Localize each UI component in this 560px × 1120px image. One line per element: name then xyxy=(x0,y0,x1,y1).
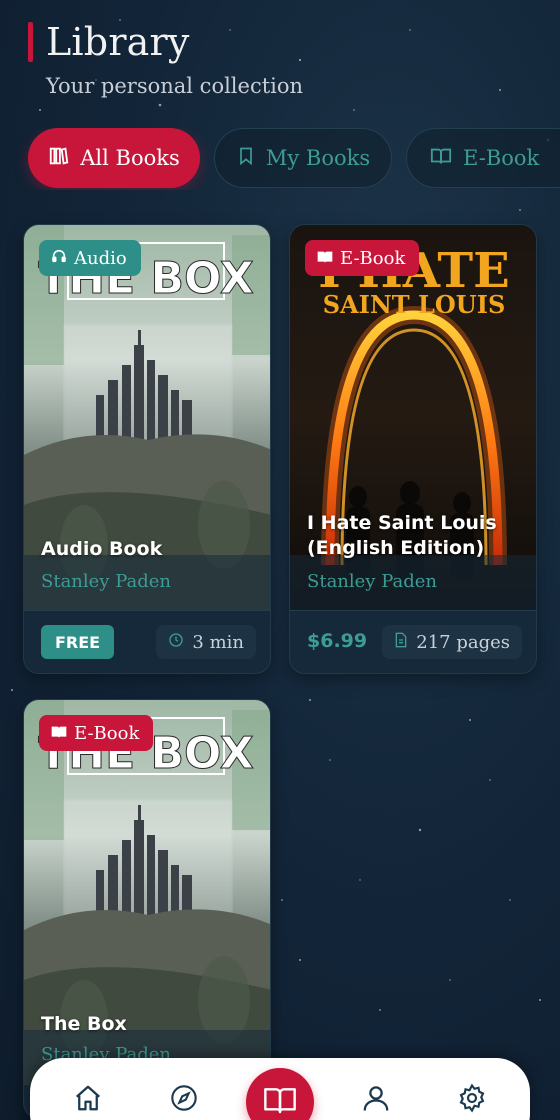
nav-explore[interactable] xyxy=(164,1080,204,1120)
tab-label: E-Book xyxy=(463,146,540,170)
clock-icon xyxy=(168,632,184,653)
compass-icon xyxy=(170,1084,198,1116)
filter-tabs: All Books My Books E-Book xyxy=(0,128,560,190)
bottom-navigation-bar xyxy=(30,1058,530,1120)
book-icon xyxy=(317,248,333,269)
nav-library[interactable] xyxy=(246,1068,314,1120)
duration-value: 3 min xyxy=(192,631,244,653)
cover-subtitle-text: SAINT LOUIS xyxy=(323,290,506,319)
profile-icon xyxy=(361,1083,391,1117)
book-card-audio-book[interactable]: THE BOX Audio Audio Book Stanley Paden F… xyxy=(23,224,271,674)
books-icon xyxy=(48,145,70,172)
book-title: I Hate Saint Louis (English Edition) xyxy=(307,512,497,559)
format-badge-audio: Audio xyxy=(39,240,141,276)
book-author: Stanley Paden xyxy=(307,571,437,592)
format-badge-ebook: E-Book xyxy=(39,715,154,751)
nav-home[interactable] xyxy=(68,1080,108,1120)
page-count-chip: 217 pages xyxy=(382,625,522,659)
book-card-i-hate-saint-louis[interactable]: I HATE SAINT LOUIS E-Book I Hate Saint L… xyxy=(289,224,537,674)
card-footer: FREE 3 min xyxy=(24,610,270,673)
nav-settings[interactable] xyxy=(452,1080,492,1120)
title-accent-bar xyxy=(28,22,33,62)
book-author: Stanley Paden xyxy=(41,571,171,592)
home-icon xyxy=(73,1083,103,1117)
tab-all-books[interactable]: All Books xyxy=(28,128,200,188)
settings-icon xyxy=(457,1083,487,1117)
page-subtitle: Your personal collection xyxy=(46,74,304,98)
format-badge-ebook: E-Book xyxy=(305,240,420,276)
page-icon xyxy=(394,632,408,653)
tab-e-book[interactable]: E-Book xyxy=(406,128,560,188)
open-book-icon xyxy=(429,145,453,172)
badge-label: E-Book xyxy=(74,722,140,744)
tab-label: My Books xyxy=(265,146,371,170)
badge-label: Audio xyxy=(74,247,127,269)
book-title: The Box xyxy=(41,1013,127,1035)
library-book-icon xyxy=(264,1086,296,1118)
headphones-icon xyxy=(51,248,67,269)
book-title: Audio Book xyxy=(41,538,163,560)
book-icon xyxy=(51,723,67,744)
page-title: Library xyxy=(46,20,190,64)
nav-profile[interactable] xyxy=(356,1080,396,1120)
bookmark-icon xyxy=(236,145,256,172)
tab-my-books[interactable]: My Books xyxy=(214,128,392,188)
badge-label: E-Book xyxy=(340,247,406,269)
duration-chip: 3 min xyxy=(156,625,256,659)
price-tag-free: FREE xyxy=(41,625,115,659)
book-card-the-box[interactable]: THE BOX E-Book The Box Stanley Paden xyxy=(23,699,271,1119)
page-count-value: 217 pages xyxy=(416,631,510,653)
card-footer: $6.99 217 pages xyxy=(290,610,536,673)
tab-label: All Books xyxy=(80,146,180,170)
price-tag: $6.99 xyxy=(307,630,368,652)
